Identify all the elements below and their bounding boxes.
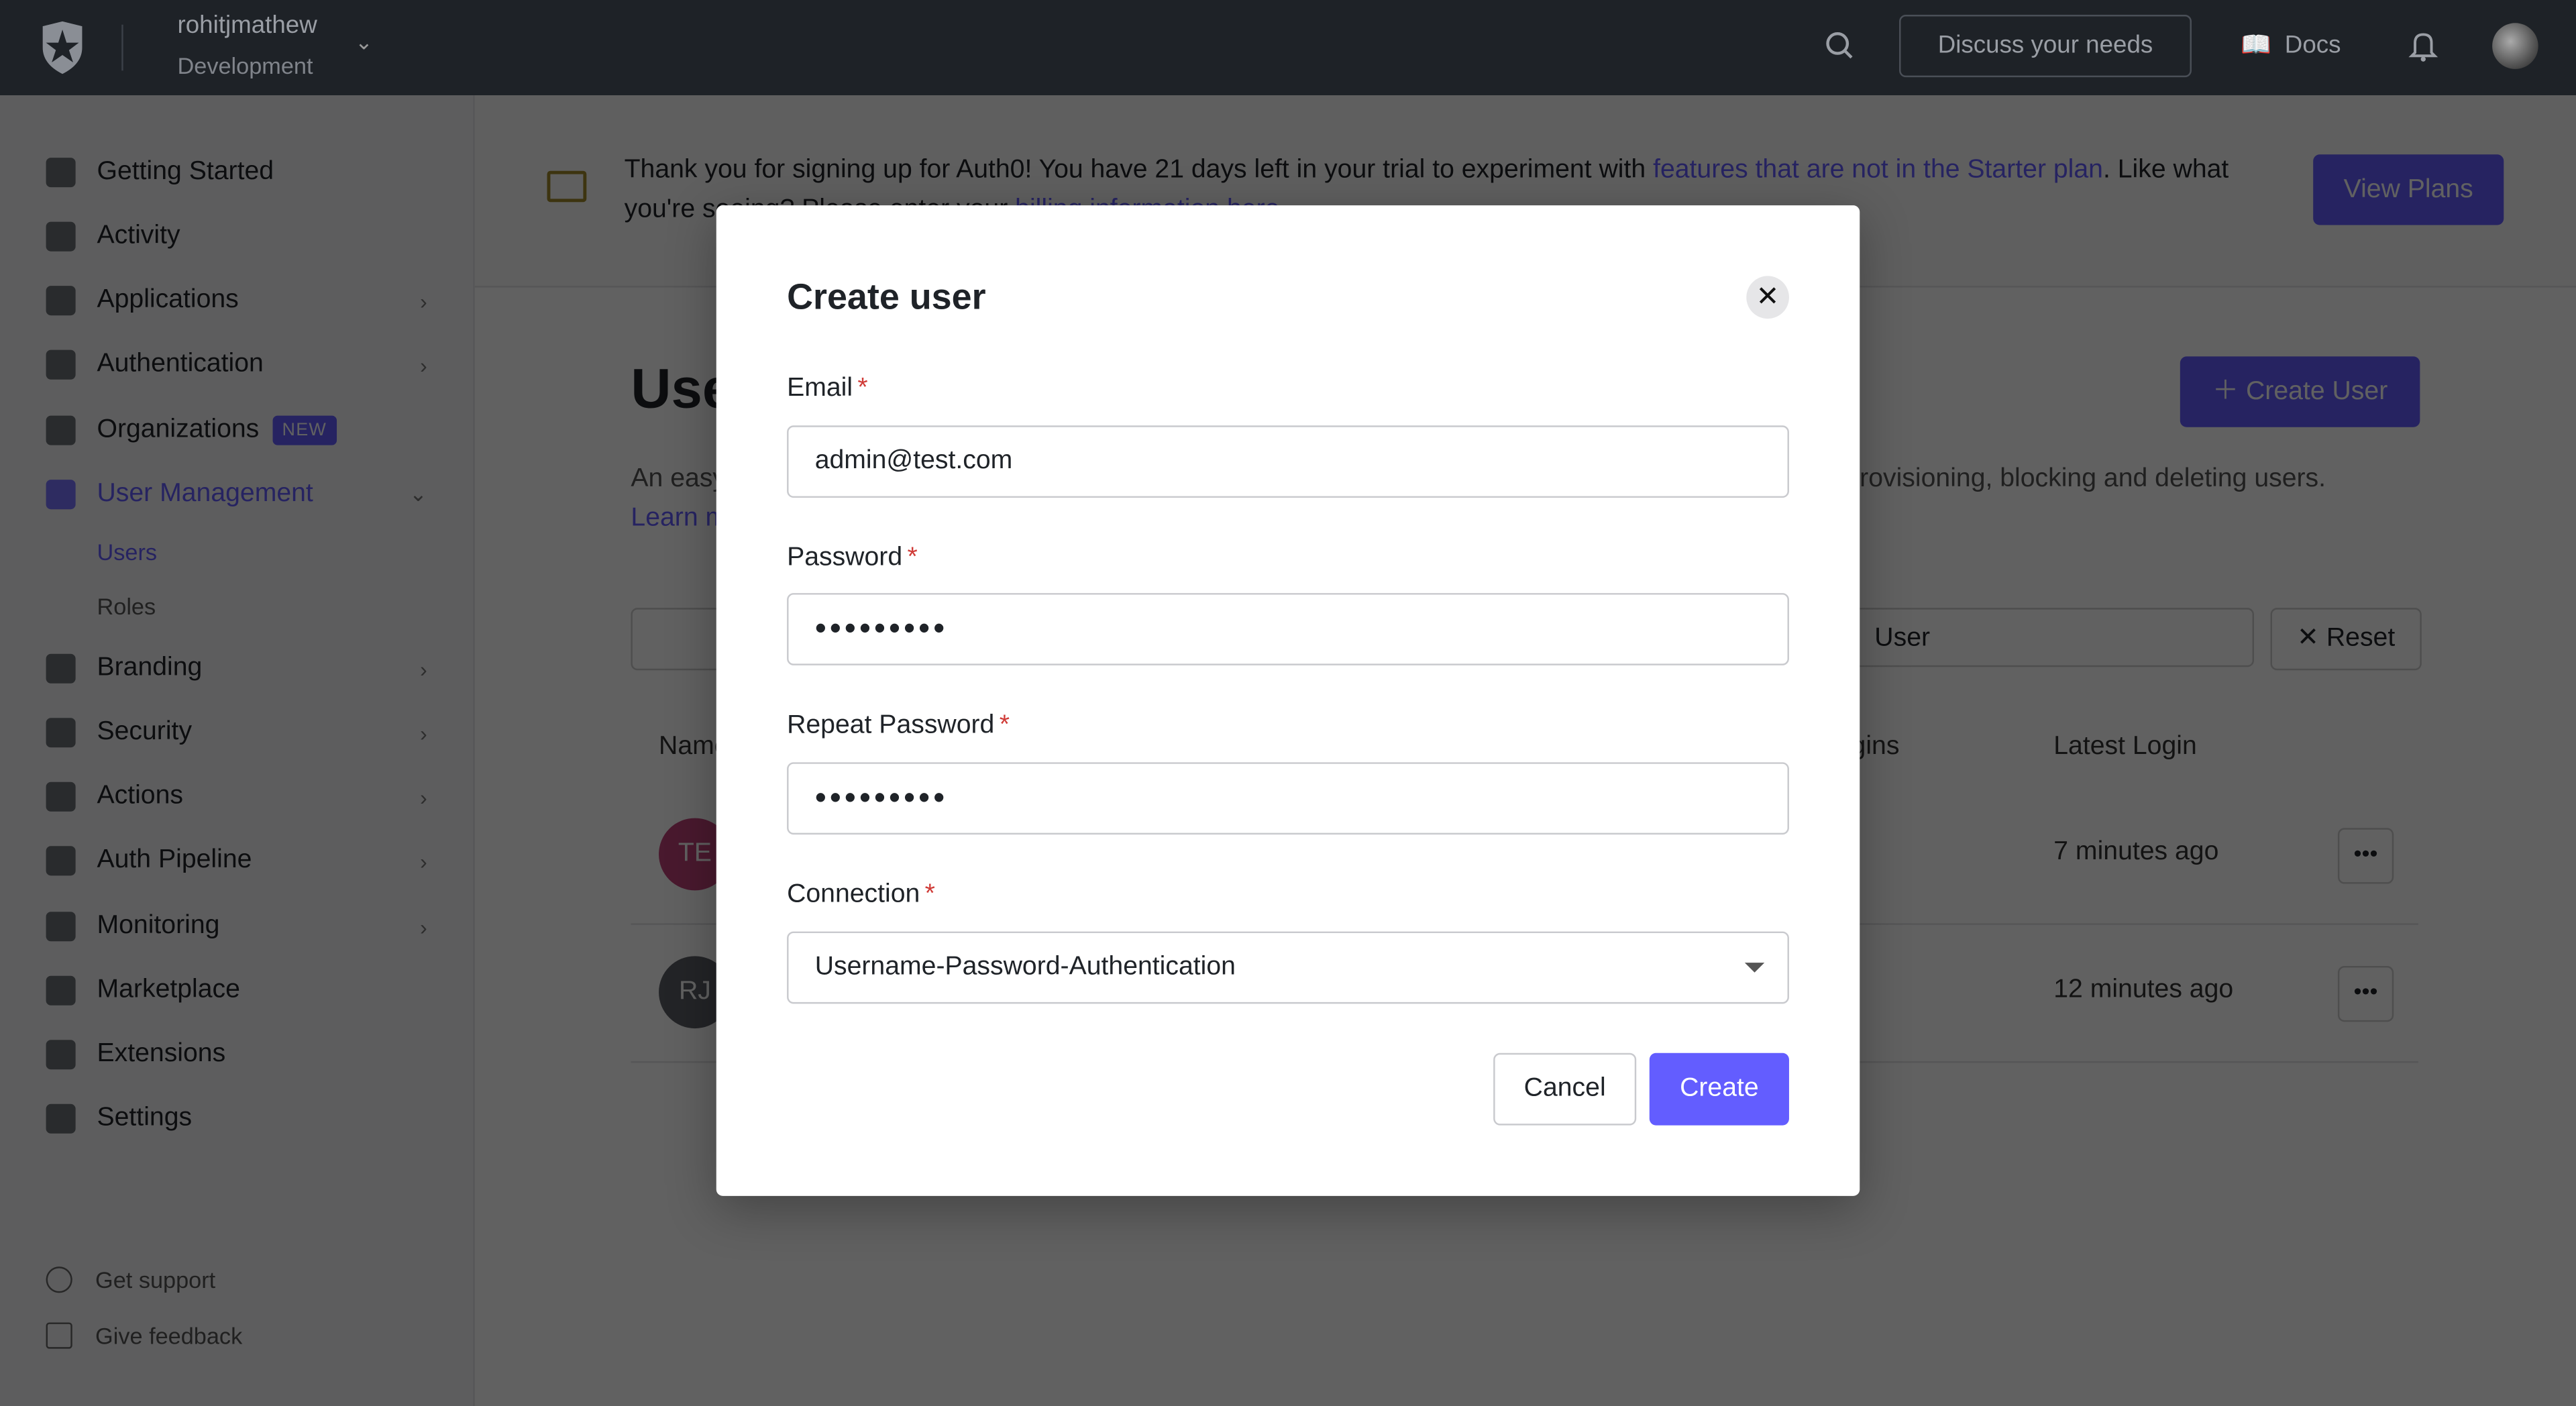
tenant-name[interactable]: rohitjmathew <box>177 11 317 40</box>
password-field[interactable] <box>787 593 1789 665</box>
sidebar-subitem-roles[interactable]: Roles <box>97 593 156 619</box>
view-plans-button[interactable]: View Plans <box>2313 154 2504 225</box>
chevron-right-icon: › <box>420 288 427 313</box>
sidebar-item-label: Settings <box>97 1103 193 1132</box>
sidebar-item-auth-pipeline[interactable]: Auth Pipeline › <box>46 846 427 876</box>
flow-icon <box>46 781 76 812</box>
latest-login: 7 minutes ago <box>2053 837 2219 866</box>
column-latest-login[interactable]: Latest Login <box>2053 733 2197 762</box>
features-link[interactable]: features that are not in the Starter pla… <box>1653 156 2103 184</box>
book-icon: 📖 <box>2241 31 2272 60</box>
password-label: Password * <box>787 543 918 572</box>
auth0-logo-icon[interactable] <box>40 21 86 74</box>
sidebar-item-marketplace[interactable]: Marketplace <box>46 975 427 1006</box>
sidebar-item-label: Authentication <box>97 349 264 378</box>
sidebar-item-label: Activity <box>97 221 180 250</box>
create-user-dialog: Create user ✕ Email* Password* Repeat Pa… <box>716 205 1860 1196</box>
sidebar-item-applications[interactable]: Applications › <box>46 286 427 316</box>
building-icon <box>46 415 76 445</box>
bolt-icon <box>46 158 76 188</box>
bell-icon[interactable] <box>2408 30 2438 62</box>
close-icon[interactable]: ✕ <box>1746 276 1789 319</box>
chevron-right-icon: › <box>420 656 427 682</box>
sidebar-item-label: Monitoring <box>97 912 220 940</box>
new-badge: NEW <box>272 415 337 445</box>
chevron-down-icon[interactable]: ⌄ <box>355 30 373 56</box>
puzzle-icon <box>46 1040 76 1070</box>
sidebar-item-organizations[interactable]: Organizations NEW <box>46 415 427 445</box>
email-label: Email * <box>787 374 868 403</box>
sidebar-item-activity[interactable]: Activity <box>46 221 427 252</box>
sidebar-item-label: Organizations <box>97 415 260 444</box>
sidebar-item-user-management[interactable]: User Management ⌄ <box>46 480 427 510</box>
sidebar-item-monitoring[interactable]: Monitoring › <box>46 912 427 942</box>
chat-icon <box>46 1322 72 1349</box>
email-field[interactable] <box>787 425 1789 498</box>
user-avatar[interactable] <box>2492 23 2538 69</box>
chevron-down-icon: ⌄ <box>409 481 427 506</box>
sidebar: Getting Started Activity Applications › Auth… <box>0 95 475 1406</box>
sidebar-subitem-users[interactable]: Users <box>97 539 157 565</box>
dialog-title: Create user <box>787 276 986 317</box>
sidebar-item-label: User Management <box>97 480 313 508</box>
lock-icon <box>46 349 76 380</box>
more-options-button[interactable]: ••• <box>2337 966 2394 1022</box>
sidebar-item-label: Actions <box>97 781 183 810</box>
chevron-right-icon: › <box>420 848 427 873</box>
discuss-needs-button[interactable]: Discuss your needs <box>1899 15 2192 78</box>
sidebar-item-label: Applications <box>97 286 239 314</box>
docs-link[interactable]: 📖 Docs <box>2241 30 2341 59</box>
sidebar-item-branding[interactable]: Branding › <box>46 653 427 684</box>
top-bar: rohitjmathew Development ⌄ Discuss your … <box>0 0 2576 96</box>
app-root: rohitjmathew Development ⌄ Discuss your … <box>0 0 2576 1406</box>
create-user-button[interactable]: ＋ Create User <box>2180 356 2420 427</box>
pipeline-icon <box>46 846 76 876</box>
docs-label: Docs <box>2284 30 2341 58</box>
layers-icon <box>46 286 76 316</box>
gear-icon <box>46 1103 76 1134</box>
repeat-password-field[interactable] <box>787 762 1789 835</box>
sidebar-item-actions[interactable]: Actions › <box>46 781 427 812</box>
shield-icon <box>46 718 76 748</box>
reset-button[interactable]: ✕ Reset <box>2270 608 2422 671</box>
chevron-right-icon: › <box>420 914 427 939</box>
sidebar-item-settings[interactable]: Settings <box>46 1103 427 1134</box>
connection-select[interactable]: Username-Password-Authentication <box>787 931 1789 1004</box>
get-support-link[interactable]: Get support <box>46 1266 216 1293</box>
chevron-right-icon: › <box>420 720 427 745</box>
sidebar-item-label: Getting Started <box>97 158 274 186</box>
credit-card-icon <box>547 170 587 203</box>
sidebar-item-label: Extensions <box>97 1040 226 1068</box>
chart-icon <box>46 221 76 252</box>
give-feedback-link[interactable]: Give feedback <box>46 1322 243 1349</box>
divider <box>121 24 123 71</box>
help-icon <box>46 1266 72 1293</box>
connection-label: Connection * <box>787 880 935 909</box>
sidebar-item-label: Marketplace <box>97 975 240 1004</box>
sidebar-item-extensions[interactable]: Extensions <box>46 1040 427 1070</box>
bar-chart-icon <box>46 912 76 942</box>
caret-down-icon <box>1744 963 1765 973</box>
latest-login: 12 minutes ago <box>2053 975 2234 1004</box>
sidebar-item-getting-started[interactable]: Getting Started <box>46 158 427 188</box>
create-button[interactable]: Create <box>1649 1052 1789 1126</box>
grid-plus-icon <box>46 975 76 1006</box>
tenant-environment[interactable]: Development <box>177 52 313 78</box>
brush-icon <box>46 653 76 684</box>
repeat-password-label: Repeat Password * <box>787 711 1010 740</box>
sidebar-item-label: Auth Pipeline <box>97 846 252 874</box>
more-options-button[interactable]: ••• <box>2337 828 2394 884</box>
cancel-button[interactable]: Cancel <box>1493 1052 1637 1126</box>
sidebar-item-authentication[interactable]: Authentication › <box>46 349 427 380</box>
sidebar-item-label: Security <box>97 718 193 746</box>
search-icon[interactable] <box>1823 30 1856 62</box>
sidebar-item-security[interactable]: Security › <box>46 718 427 748</box>
filter-select[interactable]: User <box>1846 608 2255 667</box>
users-icon <box>46 480 76 510</box>
chevron-right-icon: › <box>420 352 427 378</box>
chevron-right-icon: › <box>420 784 427 810</box>
sidebar-item-label: Branding <box>97 653 203 682</box>
